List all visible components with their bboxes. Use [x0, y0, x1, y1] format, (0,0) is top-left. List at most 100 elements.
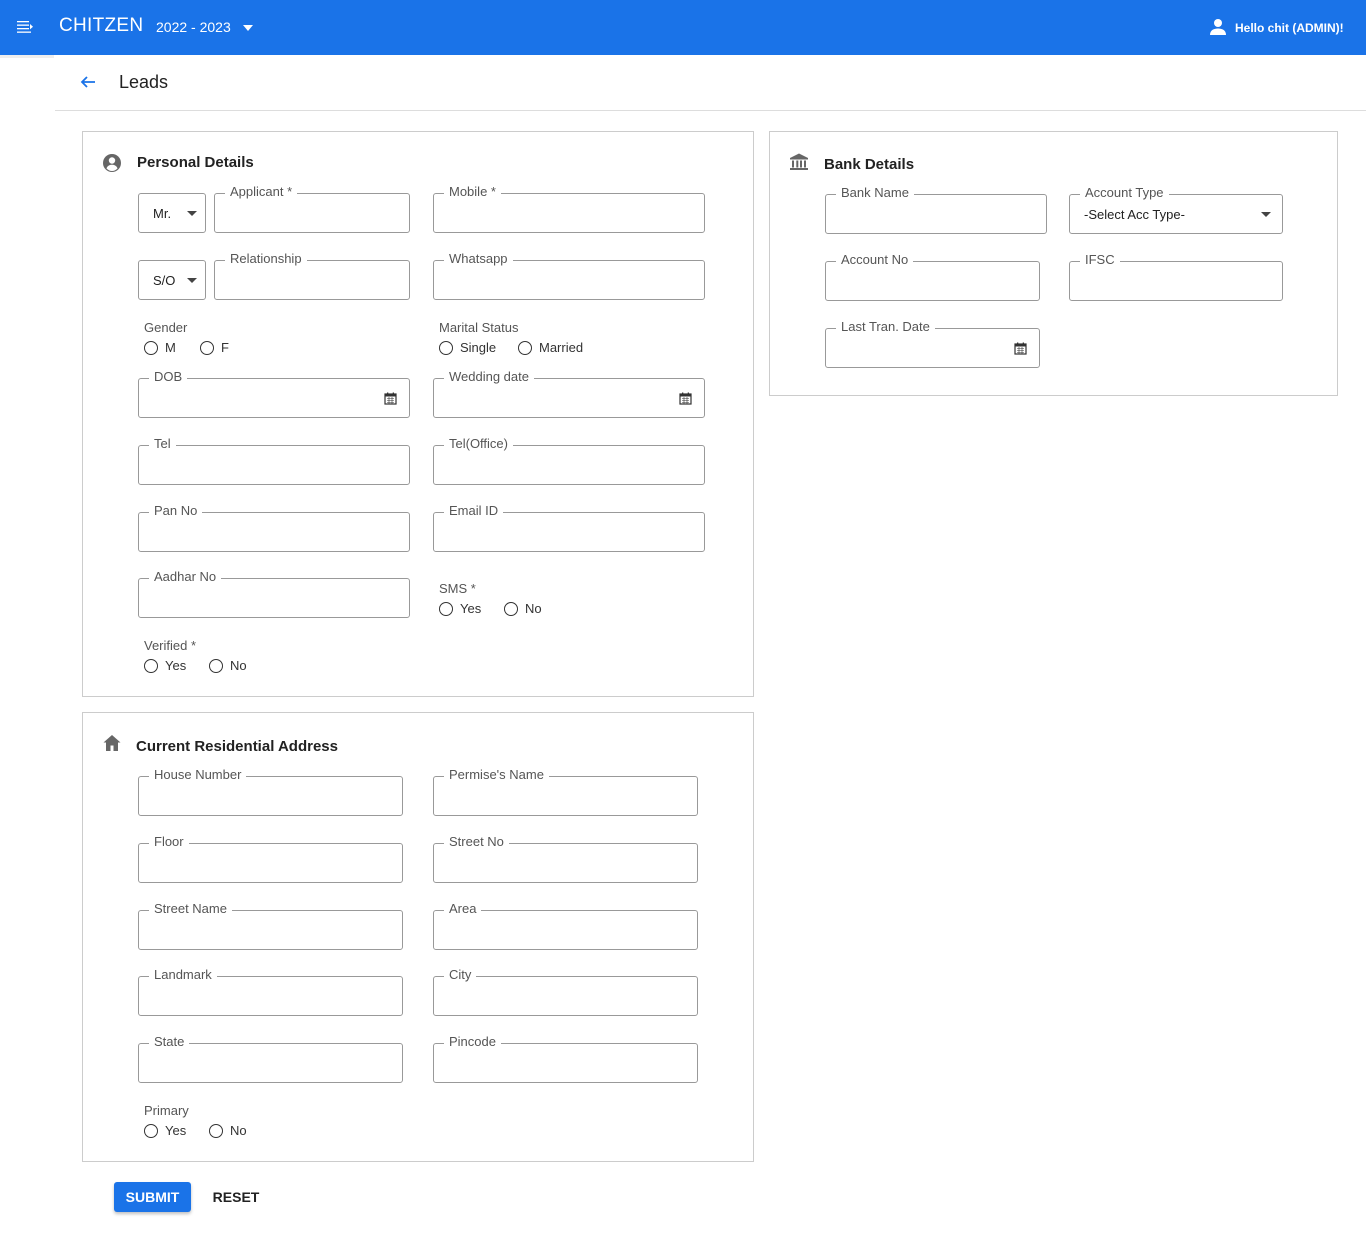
calendar-icon[interactable] — [679, 392, 692, 405]
dob-field[interactable]: DOB — [138, 369, 410, 418]
applicant-field[interactable]: Applicant * — [214, 184, 410, 233]
floor-label: Floor — [149, 834, 189, 849]
verified-option-yes[interactable]: Yes — [144, 658, 186, 673]
residential-address-card: Current Residential Address House Number… — [82, 712, 754, 1162]
radio-circle[interactable] — [209, 1123, 223, 1138]
account-type-select[interactable]: Account Type -Select Acc Type- — [1069, 185, 1283, 234]
menu-toggle-icon[interactable] — [16, 18, 34, 36]
mobile-field[interactable]: Mobile * — [433, 184, 705, 233]
marital-option-single[interactable]: Single — [439, 340, 496, 355]
radio-circle[interactable] — [200, 340, 214, 355]
primary-label: Primary — [144, 1103, 189, 1118]
radio-circle[interactable] — [439, 340, 453, 355]
radio-circle[interactable] — [144, 340, 158, 355]
radio-circle[interactable] — [144, 1123, 158, 1138]
radio-circle[interactable] — [209, 658, 223, 673]
marital-option-married[interactable]: Married — [518, 340, 583, 355]
calendar-icon[interactable] — [384, 392, 397, 405]
user-icon[interactable] — [1209, 18, 1227, 36]
account-no-label: Account No — [836, 252, 914, 267]
verified-label: Verified * — [144, 638, 197, 653]
landmark-label: Landmark — [149, 967, 217, 982]
tel-field[interactable]: Tel — [138, 436, 410, 485]
chevron-down-icon — [1261, 212, 1271, 217]
premise-name-field[interactable]: Permise's Name — [433, 767, 698, 816]
pincode-field[interactable]: Pincode — [433, 1034, 698, 1083]
relation-prefix-value: S/O — [153, 273, 176, 288]
state-label: State — [149, 1034, 190, 1049]
page-title: Leads — [119, 72, 169, 92]
ifsc-field[interactable]: IFSC — [1069, 252, 1283, 301]
whatsapp-label: Whatsapp — [444, 251, 513, 266]
street-no-field[interactable]: Street No — [433, 834, 698, 883]
primary-option-no[interactable]: No — [209, 1123, 247, 1138]
account-type-value: -Select Acc Type- — [1084, 207, 1185, 222]
radio-circle[interactable] — [504, 601, 518, 616]
account-circle-icon — [103, 154, 121, 172]
aadhar-no-field[interactable]: Aadhar No — [138, 569, 410, 618]
top-app-bar: CHITZEN 2022 - 2023 Hello chit (ADMIN)! — [0, 0, 1366, 55]
city-label: City — [444, 967, 477, 982]
sms-option-yes[interactable]: Yes — [439, 601, 481, 616]
home-icon — [103, 735, 121, 751]
user-greeting[interactable]: Hello chit (ADMIN)! — [1235, 21, 1344, 35]
pan-no-label: Pan No — [149, 503, 203, 518]
area-label: Area — [444, 901, 482, 916]
relationship-field[interactable]: Relationship — [214, 251, 410, 300]
pan-no-field[interactable]: Pan No — [138, 503, 410, 552]
aadhar-no-label: Aadhar No — [149, 569, 222, 584]
gender-label: Gender — [144, 320, 188, 335]
radio-circle[interactable] — [518, 340, 532, 355]
house-number-label: House Number — [149, 767, 247, 782]
bank-details-card: Bank Details Bank Name Account Type -Sel… — [769, 131, 1338, 396]
bank-name-field[interactable]: Bank Name — [825, 185, 1047, 234]
back-arrow-icon[interactable] — [78, 72, 98, 92]
email-label: Email ID — [444, 503, 504, 518]
verified-option-no[interactable]: No — [209, 658, 247, 673]
city-field[interactable]: City — [433, 967, 698, 1016]
landmark-field[interactable]: Landmark — [138, 967, 403, 1016]
calendar-icon[interactable] — [1014, 342, 1027, 355]
relationship-label: Relationship — [225, 251, 307, 266]
gender-option-f[interactable]: F — [200, 340, 229, 355]
street-name-field[interactable]: Street Name — [138, 901, 403, 950]
sms-option-no[interactable]: No — [504, 601, 542, 616]
account-no-field[interactable]: Account No — [825, 252, 1040, 301]
account-type-label: Account Type — [1080, 185, 1169, 200]
email-field[interactable]: Email ID — [433, 503, 705, 552]
reset-button[interactable]: RESET — [206, 1182, 266, 1212]
floor-field[interactable]: Floor — [138, 834, 403, 883]
marital-status-label: Marital Status — [439, 320, 519, 335]
chevron-down-icon[interactable] — [243, 25, 253, 31]
sidebar-strip — [0, 55, 54, 58]
bank-details-title: Bank Details — [824, 156, 915, 173]
wedding-date-field[interactable]: Wedding date — [433, 369, 705, 418]
bank-icon — [790, 153, 808, 170]
state-field[interactable]: State — [138, 1034, 403, 1083]
salutation-value: Mr. — [153, 206, 172, 221]
primary-option-yes[interactable]: Yes — [144, 1123, 186, 1138]
bank-name-label: Bank Name — [836, 185, 914, 200]
chevron-down-icon — [187, 211, 197, 216]
radio-circle[interactable] — [439, 601, 453, 616]
salutation-select[interactable]: Mr. — [138, 193, 206, 233]
mobile-label: Mobile * — [444, 184, 501, 199]
personal-details-card: Personal Details Mr. Applicant * Mobile … — [82, 131, 754, 697]
gender-option-m[interactable]: M — [144, 340, 176, 355]
street-name-label: Street Name — [149, 901, 232, 916]
last-tran-date-field[interactable]: Last Tran. Date — [825, 319, 1040, 368]
radio-circle[interactable] — [144, 658, 158, 673]
header-divider — [55, 110, 1366, 111]
submit-button[interactable]: SUBMIT — [114, 1182, 191, 1212]
house-number-field[interactable]: House Number — [138, 767, 403, 816]
financial-year-select[interactable]: 2022 - 2023 — [156, 19, 231, 35]
dob-label: DOB — [149, 369, 188, 384]
tel-office-label: Tel(Office) — [444, 436, 513, 451]
tel-office-field[interactable]: Tel(Office) — [433, 436, 705, 485]
relation-prefix-select[interactable]: S/O — [138, 260, 206, 300]
whatsapp-field[interactable]: Whatsapp — [433, 251, 705, 300]
last-tran-date-label: Last Tran. Date — [836, 319, 935, 334]
area-field[interactable]: Area — [433, 901, 698, 950]
street-no-label: Street No — [444, 834, 509, 849]
tel-label: Tel — [149, 436, 176, 451]
